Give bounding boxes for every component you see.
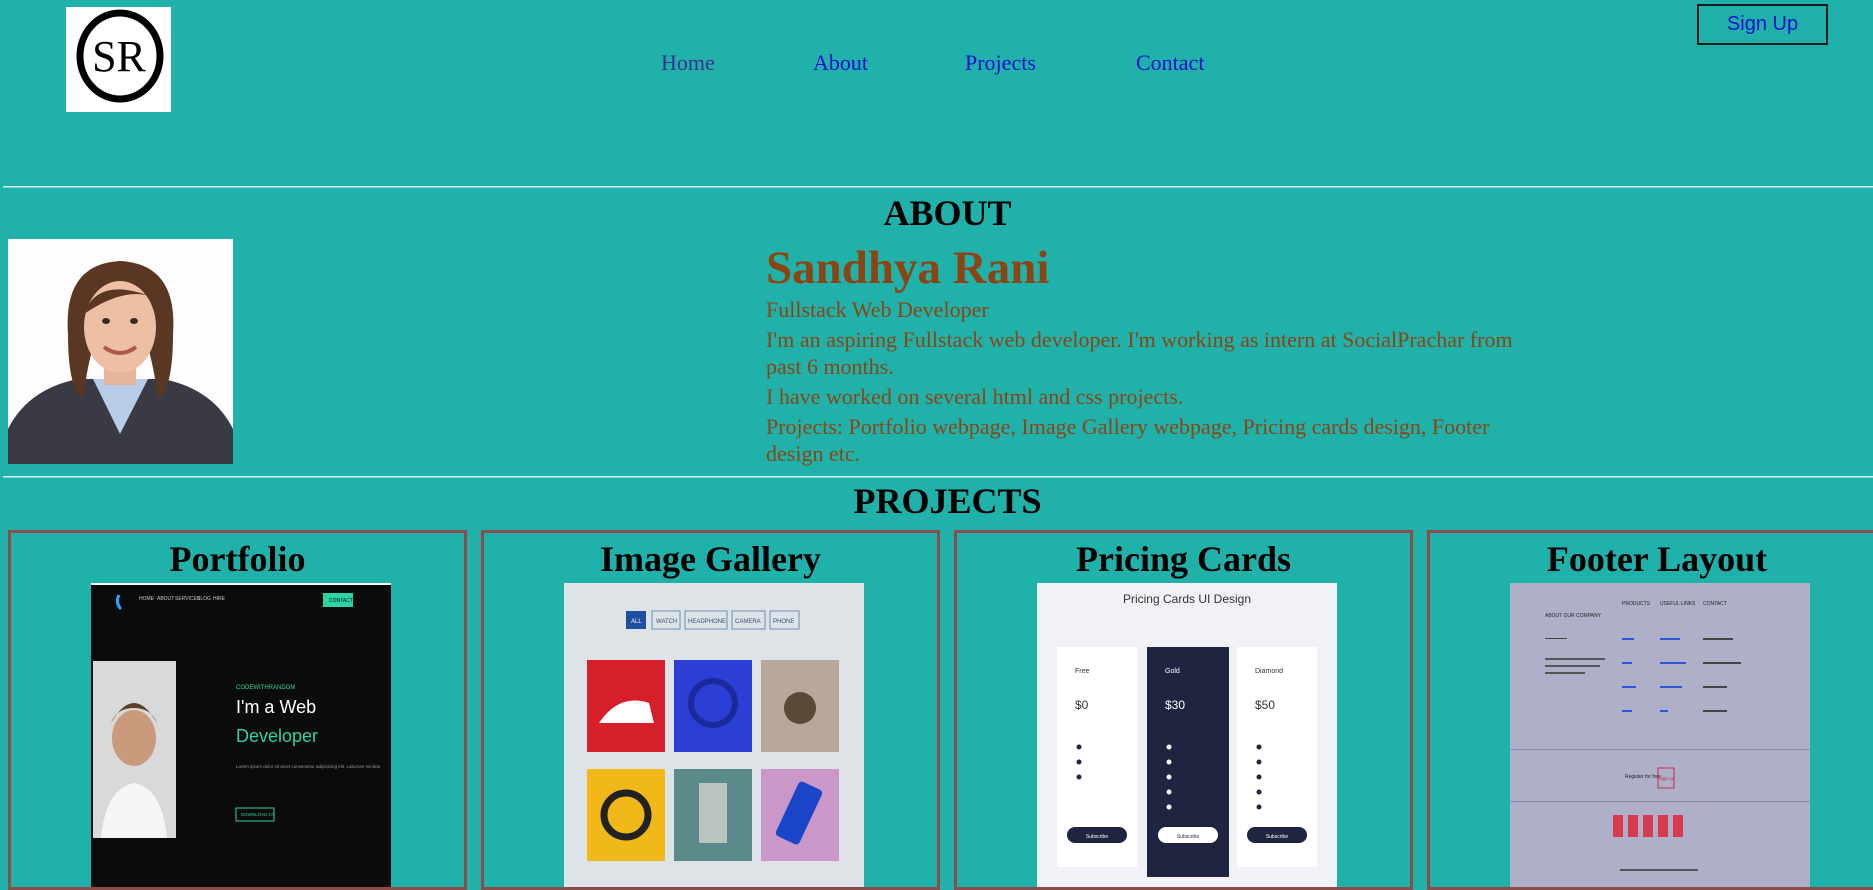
plan-diamond-name: Diamond <box>1255 668 1283 675</box>
plan-gold-name: Gold <box>1165 668 1180 675</box>
profile-projects: Projects: Portfolio webpage, Image Galle… <box>766 414 1490 466</box>
pricing-cards-thumbnail[interactable]: Pricing Cards UI Design Free $0 Subscrib… <box>1037 583 1337 887</box>
projects-heading: PROJECTS <box>853 481 1042 521</box>
thumb-download-btn: DOWNLOAD CV <box>241 812 275 817</box>
profile-photo <box>8 239 233 464</box>
plan-free-button: Subscribe <box>1086 834 1108 840</box>
plan-gold-price: $30 <box>1165 698 1185 712</box>
logo-emblem-icon: SR <box>76 9 164 103</box>
card-title: Footer Layout <box>1546 539 1768 579</box>
about-content: Sandhya Rani Fullstack Web Developer I'm… <box>766 240 1526 470</box>
logo-monogram: SR <box>92 32 146 81</box>
footer-col-products: PRODUCTS <box>1622 601 1651 607</box>
thumb-contact-btn: CONTACT <box>329 598 353 604</box>
nav-home[interactable]: Home <box>661 50 715 76</box>
plan-diamond-button: Subscribe <box>1266 834 1288 840</box>
profile-name: Sandhya Rani <box>766 242 1050 294</box>
filter-camera: CAMERA <box>735 619 761 625</box>
thumb-nav-blog: BLOG <box>197 596 211 602</box>
footer-register-text: Register for free <box>1625 774 1661 780</box>
filter-watch: WATCH <box>656 619 677 625</box>
filter-headphone: HEADPHONE <box>688 619 726 625</box>
image-gallery-thumbnail[interactable]: ALL WATCH HEADPHONE CAMERA PHONE <box>564 583 864 887</box>
logo[interactable]: SR <box>66 7 171 112</box>
plan-diamond-price: $50 <box>1255 698 1275 712</box>
project-card-portfolio[interactable]: Portfolio HOME ABOUT SERVICES BLOG HIRE … <box>8 530 467 890</box>
thumb-tagline: CODEWITHRANDOM <box>236 685 295 691</box>
filter-phone: PHONE <box>773 619 794 625</box>
profile-experience: I have worked on several html and css pr… <box>766 384 1184 409</box>
project-card-footer-layout[interactable]: Footer Layout ABOUT OUR COMPANY PRODUCTS… <box>1427 530 1873 890</box>
nav-projects[interactable]: Projects <box>965 50 1036 76</box>
card-title: Image Gallery <box>600 539 821 579</box>
filter-all: ALL <box>631 619 642 625</box>
footer-col-contact: CONTACT <box>1703 601 1727 607</box>
pricing-title: Pricing Cards UI Design <box>1123 592 1251 606</box>
nav-contact[interactable]: Contact <box>1136 50 1204 76</box>
divider <box>3 476 1873 478</box>
thumb-nav-hire: HIRE <box>213 596 226 602</box>
plan-free-price: $0 <box>1075 698 1089 712</box>
thumb-nav-about: ABOUT <box>157 596 174 602</box>
project-card-pricing-cards[interactable]: Pricing Cards Pricing Cards UI Design Fr… <box>954 530 1413 890</box>
footer-col-links: USEFUL LINKS <box>1660 601 1696 607</box>
project-card-image-gallery[interactable]: Image Gallery ALL WATCH HEADPHONE CAMERA… <box>481 530 940 890</box>
plan-free-name: Free <box>1075 668 1090 675</box>
thumb-headline-1: I'm a Web <box>236 697 316 717</box>
thumb-nav-home: HOME <box>139 596 155 602</box>
profile-intro: I'm an aspiring Fullstack web developer.… <box>766 327 1513 379</box>
portfolio-thumbnail[interactable]: HOME ABOUT SERVICES BLOG HIRE CONTACT CO… <box>91 583 391 887</box>
sign-up-button[interactable]: Sign Up <box>1697 4 1828 45</box>
profile-role: Fullstack Web Developer <box>766 297 989 322</box>
card-title: Portfolio <box>169 539 306 579</box>
card-title: Pricing Cards <box>1076 539 1291 579</box>
thumb-headline-2: Developer <box>236 726 318 746</box>
plan-gold-button: Subscribe <box>1177 834 1199 840</box>
footer-layout-thumbnail[interactable]: ABOUT OUR COMPANY PRODUCTS USEFUL LINKS … <box>1510 583 1810 887</box>
thumb-body: Lorem ipsum dolor sit amet consectetur a… <box>236 764 381 769</box>
footer-signup-link: Sign up <box>1659 776 1675 781</box>
nav-about[interactable]: About <box>813 50 868 76</box>
footer-col-about: ABOUT OUR COMPANY <box>1545 613 1602 619</box>
divider <box>3 186 1873 188</box>
about-heading: ABOUT <box>883 193 1012 233</box>
